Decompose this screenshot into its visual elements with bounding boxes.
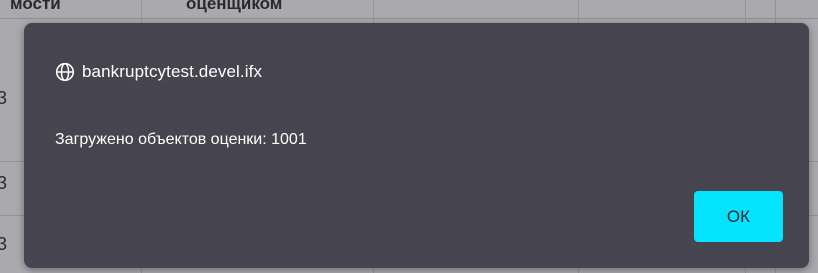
alert-dialog: bankruptcytest.devel.ifx Загружено объек… [24,23,809,268]
dialog-origin: bankruptcytest.devel.ifx [55,62,262,82]
dialog-message: Загружено объектов оценки: 1001 [55,131,307,148]
dialog-origin-text: bankruptcytest.devel.ifx [82,62,263,81]
table-header-cell: оценщиком [186,0,283,13]
table-row-cell: 3 [0,173,8,193]
table-row-cell: 3 [0,88,8,108]
table-header-cell: мости [10,0,61,13]
browser-page: мости оценщиком 3 3 3 bankruptcytest.dev… [0,0,818,273]
ok-button[interactable]: ОК [694,191,783,242]
table-row-cell: 3 [0,234,8,254]
table-header: мости оценщиком [0,0,818,19]
globe-icon [55,62,75,82]
